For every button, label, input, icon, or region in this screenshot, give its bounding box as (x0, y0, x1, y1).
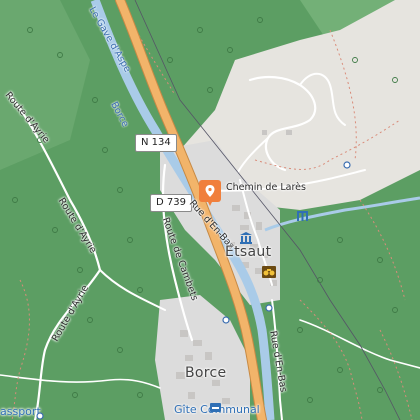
map-canvas[interactable]: N 134 D 739 Chemin de Larès Rue d'En-Bas… (0, 0, 420, 420)
bed-icon[interactable] (210, 397, 221, 416)
trail-marker-icon[interactable] (36, 405, 44, 420)
viewpoint-icon[interactable] (343, 154, 351, 173)
museum-icon[interactable] (240, 229, 252, 248)
town-label-borce[interactable]: Borce (185, 365, 226, 381)
parking-icon[interactable] (222, 309, 230, 328)
location-pin-icon[interactable] (199, 180, 221, 210)
label-passport-fragment: assport (0, 405, 41, 418)
binoculars-icon[interactable] (262, 263, 276, 282)
road-shield-d739: D 739 (150, 194, 192, 212)
road-shield-n134: N 134 (135, 134, 177, 152)
point-marker-icon[interactable] (265, 297, 273, 316)
water-icon[interactable] (297, 206, 308, 225)
label-chemin-de-lares: Chemin de Larès (226, 182, 306, 193)
